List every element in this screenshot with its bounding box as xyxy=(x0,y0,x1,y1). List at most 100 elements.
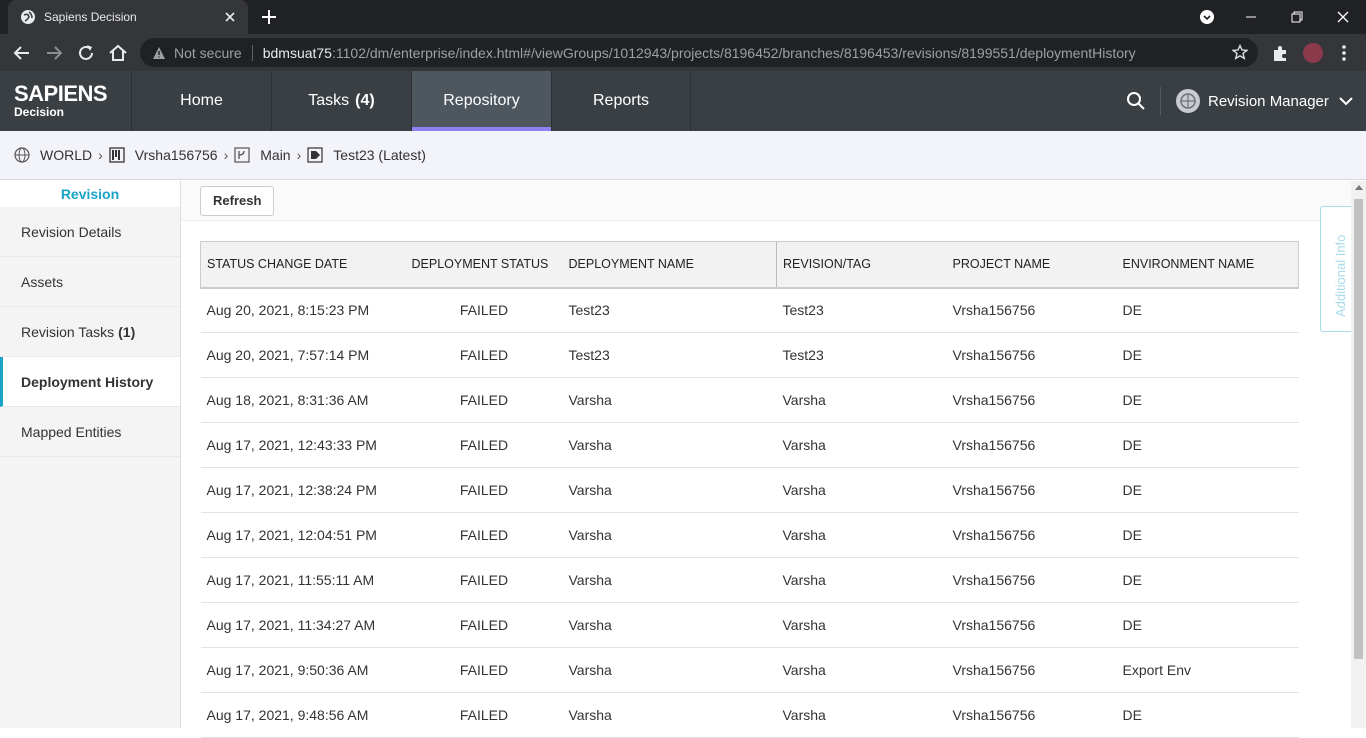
more-menu-icon[interactable] xyxy=(1334,43,1354,63)
cell-environment-name: DE xyxy=(1116,332,1299,378)
reload-icon[interactable] xyxy=(75,42,97,64)
cell-revision-tag: Varsha xyxy=(776,647,947,693)
table-row[interactable]: Aug 17, 2021, 11:55:11 AM FAILED Varsha Var… xyxy=(200,557,1299,603)
column-header-deployment-status[interactable]: DEPLOYMENT STATUS xyxy=(405,241,563,289)
cell-environment-name: DE xyxy=(1116,692,1299,738)
address-bar[interactable]: Not secure bdmsuat75:1102/dm/enterprise/… xyxy=(140,38,1258,67)
sidebar-item-revision-tasks[interactable]: Revision Tasks (1) xyxy=(0,307,180,357)
revision-sidebar: Revision Revision Details Assets Revisio… xyxy=(0,181,181,728)
table-header-row: STATUS CHANGE DATE DEPLOYMENT STATUS DEP… xyxy=(200,241,1299,289)
cell-deployment-status: FAILED xyxy=(405,332,563,378)
breadcrumb: WORLD › Vrsha156756 › Main › Test23 (Lat… xyxy=(0,131,1366,180)
nav-tab-label: Tasks xyxy=(308,92,350,109)
nav-tab-reports[interactable]: Reports xyxy=(551,71,691,131)
user-menu[interactable]: Revision Manager xyxy=(1176,89,1353,113)
url-host: bdmsuat75 xyxy=(262,44,332,61)
revision-tasks-count: (1) xyxy=(118,324,136,340)
cell-status-change-date: Aug 17, 2021, 9:50:36 AM xyxy=(200,647,406,693)
scroll-up-arrow-icon[interactable] xyxy=(1355,185,1363,190)
user-avatar-icon xyxy=(1176,89,1200,113)
header-divider xyxy=(1160,87,1161,115)
nav-tab-repository[interactable]: Repository xyxy=(411,71,551,131)
close-tab-icon[interactable] xyxy=(222,9,238,25)
table-row[interactable]: Aug 17, 2021, 9:50:36 AM FAILED Varsha Vars… xyxy=(200,647,1299,693)
breadcrumb-world[interactable]: WORLD xyxy=(14,147,92,163)
cell-deployment-status: FAILED xyxy=(405,512,563,558)
table-row[interactable]: Aug 17, 2021, 9:48:56 AM FAILED Varsha Vars… xyxy=(200,692,1299,738)
table-row[interactable]: Aug 17, 2021, 12:38:24 PM FAILED Varsha Var… xyxy=(200,467,1299,513)
column-header-project-name[interactable]: PROJECT NAME xyxy=(946,241,1117,289)
column-header-revision-tag[interactable]: REVISION/TAG xyxy=(776,241,947,289)
cell-project-name: Vrsha156756 xyxy=(946,602,1117,648)
column-header-status-change-date[interactable]: STATUS CHANGE DATE xyxy=(200,241,406,289)
cell-deployment-status: FAILED xyxy=(405,647,563,693)
nav-tab-tasks[interactable]: Tasks (4) xyxy=(271,71,411,131)
cell-revision-tag: Test23 xyxy=(776,332,947,378)
breadcrumb-project[interactable]: Vrsha156756 xyxy=(109,147,218,163)
tab-search-icon[interactable] xyxy=(1184,0,1230,34)
cell-project-name: Vrsha156756 xyxy=(946,557,1117,603)
breadcrumb-branch[interactable]: Main xyxy=(234,147,291,163)
cell-environment-name: DE xyxy=(1116,377,1299,423)
breadcrumb-revision[interactable]: Test23 (Latest) xyxy=(307,147,426,163)
refresh-button[interactable]: Refresh xyxy=(200,186,275,216)
home-icon[interactable] xyxy=(107,42,129,64)
cell-deployment-status: FAILED xyxy=(405,422,563,468)
branch-icon xyxy=(234,147,250,163)
logo-line2: Decision xyxy=(14,105,65,119)
tasks-count: (4) xyxy=(355,92,375,109)
cell-environment-name: DE xyxy=(1116,512,1299,558)
vertical-scrollbar[interactable] xyxy=(1351,181,1366,728)
sidebar-item-label: Assets xyxy=(21,274,64,290)
sidebar-item-deployment-history[interactable]: Deployment History xyxy=(0,357,180,407)
bookmark-star-icon[interactable] xyxy=(1232,44,1248,60)
not-secure-label: Not secure xyxy=(174,44,242,61)
tag-icon xyxy=(307,147,323,163)
breadcrumb-revision-label: Test23 (Latest) xyxy=(333,147,426,163)
cell-revision-tag: Varsha xyxy=(776,377,947,423)
chevron-right-icon: › xyxy=(296,147,302,163)
globe-icon xyxy=(14,147,30,163)
omnibox-divider xyxy=(251,44,253,61)
cell-status-change-date: Aug 17, 2021, 9:48:56 AM xyxy=(200,692,406,738)
close-window-icon[interactable] xyxy=(1320,0,1366,34)
minimize-icon[interactable] xyxy=(1228,0,1274,34)
restore-icon[interactable] xyxy=(1274,0,1320,34)
sidebar-item-label: Revision Details xyxy=(21,224,122,240)
cell-status-change-date: Aug 17, 2021, 12:04:51 PM xyxy=(200,512,406,558)
table-row[interactable]: Aug 20, 2021, 8:15:23 PM FAILED Test23 Test… xyxy=(200,287,1299,333)
table-row[interactable]: Aug 18, 2021, 8:31:36 AM FAILED Varsha Vars… xyxy=(200,377,1299,423)
extensions-puzzle-icon[interactable] xyxy=(1270,43,1290,63)
back-arrow-icon[interactable] xyxy=(11,42,33,64)
cell-environment-name: DE xyxy=(1116,467,1299,513)
browser-tab[interactable]: Sapiens Decision xyxy=(8,0,248,34)
cell-project-name: Vrsha156756 xyxy=(946,512,1117,558)
table-row[interactable]: Aug 17, 2021, 12:43:33 PM FAILED Varsha Var… xyxy=(200,422,1299,468)
forward-arrow-icon[interactable] xyxy=(43,42,65,64)
table-row[interactable]: Aug 17, 2021, 11:34:27 AM FAILED Varsha Var… xyxy=(200,602,1299,648)
scrollbar-thumb[interactable] xyxy=(1354,199,1363,659)
nav-tab-label: Repository xyxy=(443,92,520,109)
profile-avatar-icon[interactable] xyxy=(1303,43,1323,63)
cell-deployment-name: Varsha xyxy=(562,467,777,513)
cell-deployment-name: Varsha xyxy=(562,377,777,423)
cell-deployment-name: Varsha xyxy=(562,512,777,558)
cell-deployment-name: Varsha xyxy=(562,647,777,693)
new-tab-icon[interactable] xyxy=(260,8,278,26)
sidebar-item-revision-details[interactable]: Revision Details xyxy=(0,207,180,257)
sidebar-item-mapped-entities[interactable]: Mapped Entities xyxy=(0,407,180,457)
nav-tab-home[interactable]: Home xyxy=(131,71,271,131)
cell-environment-name: DE xyxy=(1116,602,1299,648)
search-icon[interactable] xyxy=(1126,91,1146,111)
table-row[interactable]: Aug 17, 2021, 12:04:51 PM FAILED Varsha Var… xyxy=(200,512,1299,558)
sapiens-logo[interactable]: SAPIENS Decision xyxy=(14,83,108,120)
cell-deployment-name: Varsha xyxy=(562,422,777,468)
sidebar-item-assets[interactable]: Assets xyxy=(0,257,180,307)
column-header-environment-name[interactable]: ENVIRONMENT NAME xyxy=(1116,241,1299,289)
chevron-right-icon: › xyxy=(223,147,229,163)
cell-status-change-date: Aug 17, 2021, 12:38:24 PM xyxy=(200,467,406,513)
table-row[interactable]: Aug 20, 2021, 7:57:14 PM FAILED Test23 Test… xyxy=(200,332,1299,378)
cell-revision-tag: Varsha xyxy=(776,692,947,738)
sidebar-item-label: Deployment History xyxy=(21,374,154,390)
column-header-deployment-name[interactable]: DEPLOYMENT NAME xyxy=(562,241,777,289)
